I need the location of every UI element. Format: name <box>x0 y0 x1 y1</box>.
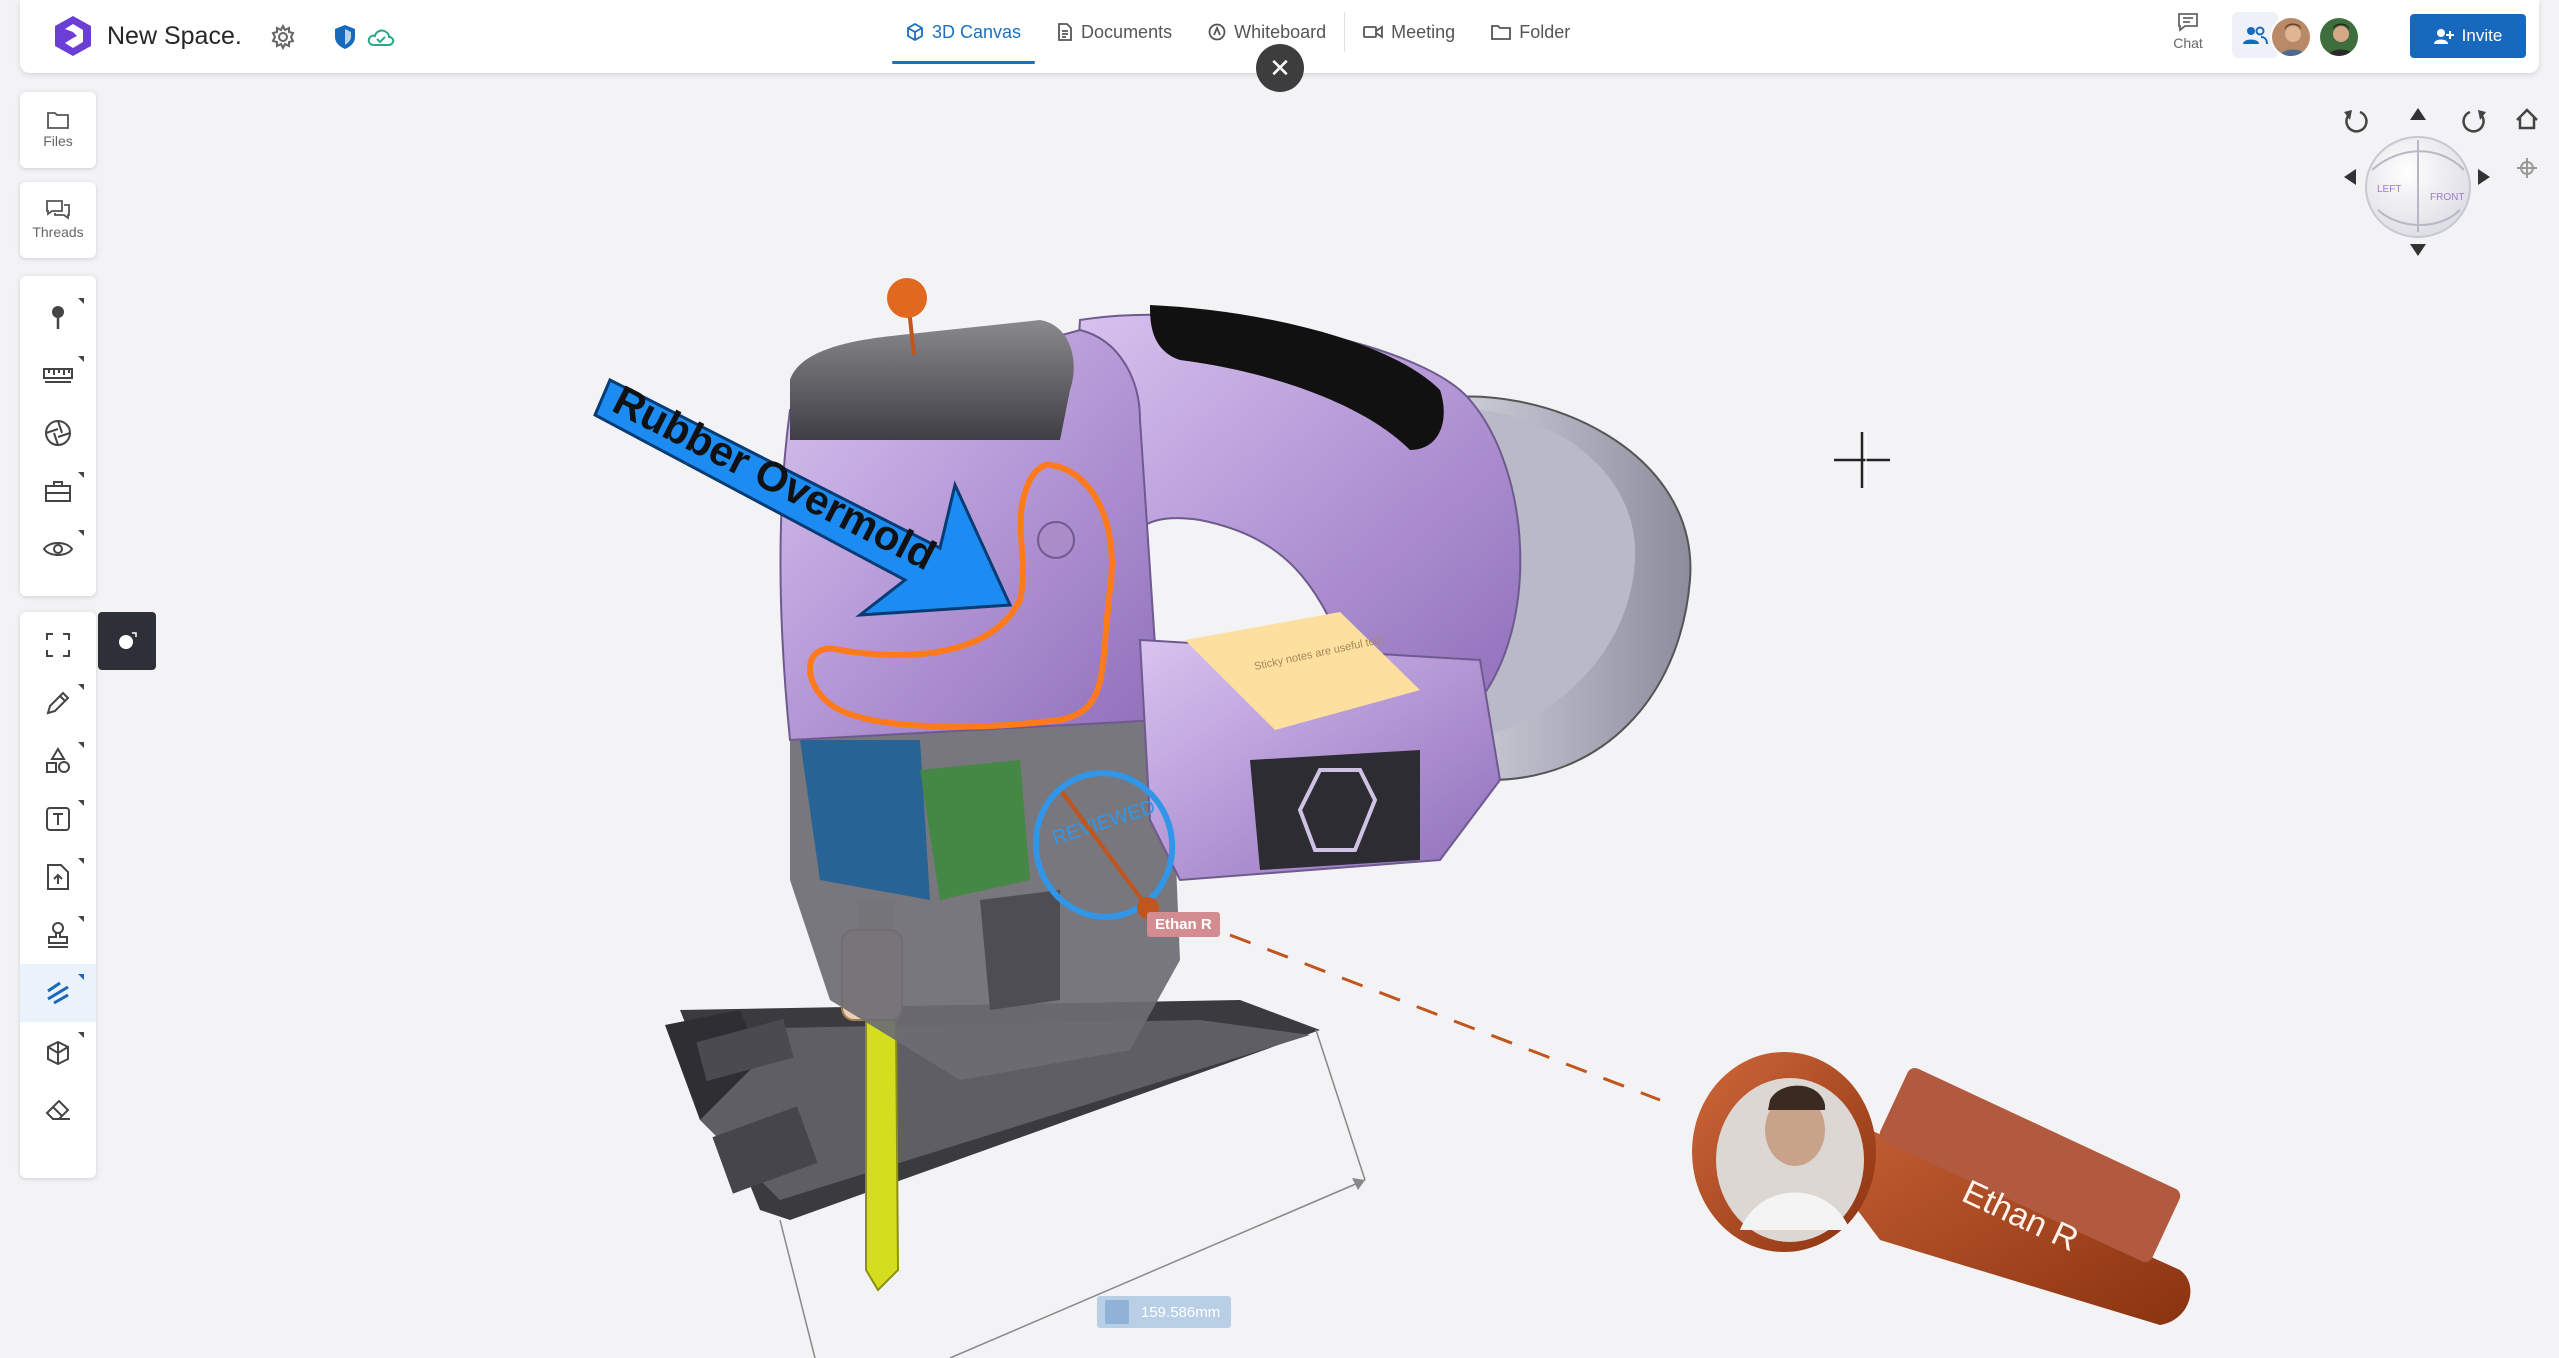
record-dot-icon <box>119 632 137 649</box>
threads-button[interactable]: Threads <box>20 182 96 258</box>
avatar[interactable] <box>2270 16 2312 58</box>
tab-label: Documents <box>1081 21 1173 42</box>
toolbox-icon <box>45 481 71 502</box>
avatar[interactable] <box>2318 16 2360 58</box>
cursor-dashed-line <box>1229 933 1661 1102</box>
resize-icon <box>1105 1300 1129 1324</box>
link-icon <box>47 981 69 1005</box>
text-icon <box>46 807 70 831</box>
stamp-icon <box>48 922 68 948</box>
markup-tools-panel <box>20 612 96 1178</box>
eraser-tool[interactable] <box>20 1080 96 1138</box>
measurement-label[interactable]: 159.586mm <box>1097 1296 1231 1328</box>
invite-button[interactable]: Invite <box>2410 14 2526 58</box>
nav-cube-left: LEFT <box>2377 184 2401 195</box>
files-label: Files <box>43 133 73 149</box>
upload-icon <box>47 864 69 890</box>
files-button[interactable]: Files <box>20 92 96 168</box>
folder-icon <box>47 112 69 129</box>
fit-view-icon[interactable] <box>2517 158 2537 178</box>
cube-icon <box>907 23 923 41</box>
jigsaw-blade <box>865 1019 900 1292</box>
shapes-icon <box>46 747 70 773</box>
folder-icon <box>1491 25 1512 40</box>
invite-label: Invite <box>2461 26 2503 45</box>
add-user-icon <box>2433 29 2454 44</box>
tab-meeting[interactable]: Meeting <box>1345 0 1473 64</box>
threads-icon <box>46 200 70 220</box>
tab-label: Meeting <box>1391 21 1456 42</box>
tab-3d-canvas[interactable]: 3D Canvas <box>888 0 1039 64</box>
measure-tool[interactable] <box>20 346 96 404</box>
chat-label: Chat <box>2173 35 2203 51</box>
gear-icon[interactable] <box>268 22 298 52</box>
tab-label: 3D Canvas <box>932 21 1022 42</box>
tab-documents[interactable]: Documents <box>1039 0 1190 64</box>
chat-icon <box>2178 13 2198 32</box>
nav-right-arrow[interactable] <box>2478 169 2490 185</box>
eraser-icon <box>45 1099 70 1120</box>
main-tabs: 3D Canvas Documents Whiteboard Meeting F… <box>888 0 1588 73</box>
nav-left-arrow[interactable] <box>2344 169 2356 185</box>
nav-down-arrow[interactable] <box>2410 244 2426 256</box>
tab-label: Folder <box>1519 21 1571 42</box>
connector-tool[interactable] <box>20 964 96 1022</box>
ruler-icon <box>43 368 73 383</box>
aperture-icon <box>45 420 71 446</box>
section-tool[interactable] <box>20 404 96 462</box>
tab-folder[interactable]: Folder <box>1473 0 1588 64</box>
rotate-ccw-icon[interactable] <box>2344 110 2368 133</box>
home-view-icon[interactable] <box>2516 108 2538 130</box>
threads-label: Threads <box>32 224 84 240</box>
people-icon <box>2243 26 2268 45</box>
eye-icon <box>43 542 73 556</box>
visibility-tool[interactable] <box>20 520 96 578</box>
explode-tool[interactable] <box>20 1022 96 1080</box>
pencil-icon <box>46 691 70 715</box>
upload-tool[interactable] <box>20 848 96 906</box>
jigsaw-top-cap <box>790 320 1074 440</box>
measurement-value: 159.586mm <box>1141 1303 1221 1321</box>
shapes-tool[interactable] <box>20 732 96 790</box>
files-panel: Files <box>20 92 96 168</box>
3d-canvas[interactable]: Rubber Overmold Sticky notes are useful … <box>0 0 2559 1358</box>
toolbox-tool[interactable] <box>20 462 96 520</box>
nav-cube[interactable]: LEFT FRONT <box>2365 136 2471 238</box>
remote-user-avatar-3d[interactable]: Ethan R <box>1692 1052 2191 1325</box>
crosshair-cursor <box>1834 432 1890 488</box>
pencil-tool[interactable] <box>20 674 96 732</box>
threads-panel: Threads <box>20 182 96 258</box>
whiteboard-icon <box>1208 23 1226 41</box>
cloud-sync-icon[interactable] <box>366 22 396 52</box>
space-title[interactable]: New Space. <box>107 22 242 51</box>
nav-cube-front: FRONT <box>2430 192 2464 203</box>
rotate-cw-icon[interactable] <box>2462 110 2486 133</box>
remote-cursor-label: Ethan R <box>1147 912 1220 937</box>
fullscreen-icon <box>46 633 70 657</box>
video-camera-icon <box>1363 25 1384 39</box>
text-tool[interactable] <box>20 790 96 848</box>
shield-icon[interactable] <box>330 22 360 52</box>
pin-tool[interactable] <box>20 288 96 346</box>
fullscreen-tool[interactable] <box>20 616 96 674</box>
tab-label: Whiteboard <box>1234 21 1327 42</box>
document-icon <box>1058 23 1072 41</box>
annotation-tools-panel <box>20 276 96 596</box>
pin-icon <box>52 306 64 329</box>
app-logo[interactable] <box>54 16 92 56</box>
close-icon[interactable]: ✕ <box>1256 44 1304 92</box>
stamp-tool[interactable] <box>20 906 96 964</box>
camera-toggle-button[interactable] <box>98 612 156 670</box>
nav-up-arrow[interactable] <box>2410 108 2426 120</box>
explode-icon <box>47 1040 69 1065</box>
chat-button[interactable]: Chat <box>2165 12 2211 51</box>
